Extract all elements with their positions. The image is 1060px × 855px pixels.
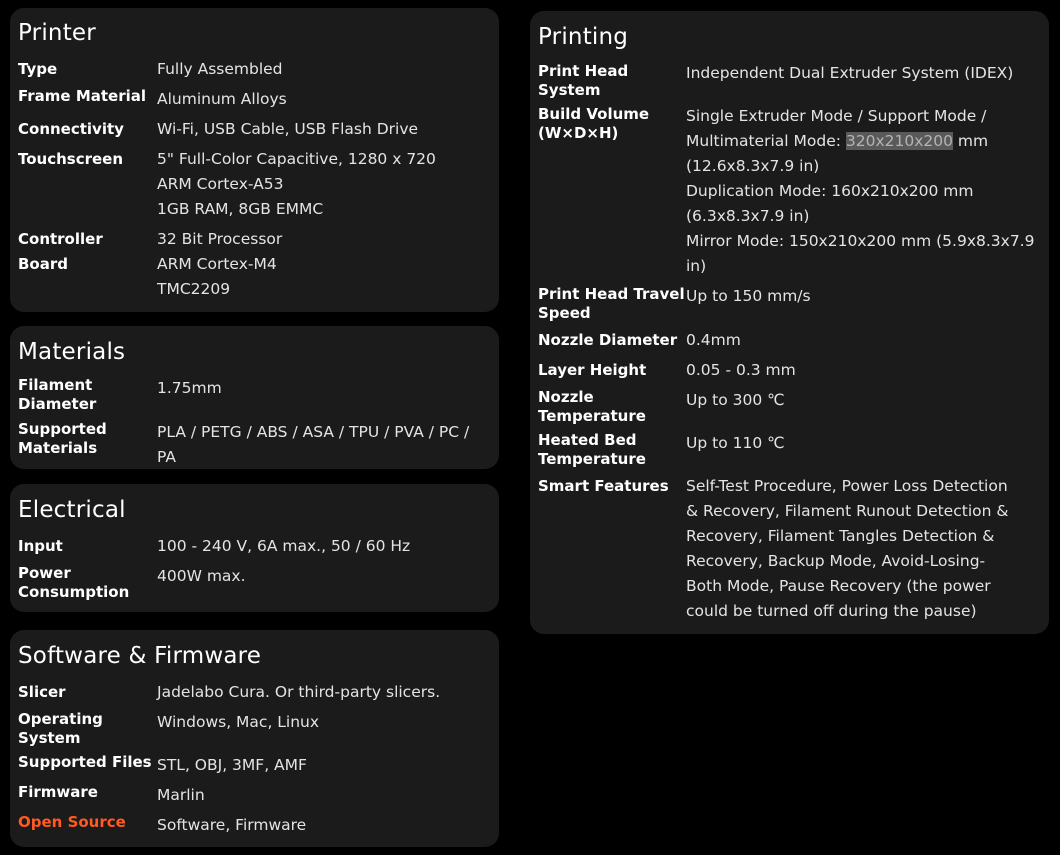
build-volume-label: (W×D×H) xyxy=(538,124,619,142)
spec-page: Printer Type Fully Assembled Frame Mater… xyxy=(0,0,1060,855)
smart-features-label: Smart Features xyxy=(538,477,669,495)
filament-diameter-label: Diameter xyxy=(18,395,97,413)
build-volume-label: Build Volume xyxy=(538,105,650,123)
smart-features-value-line: Self-Test Procedure, Power Loss Detectio… xyxy=(686,477,1008,495)
frame-material-value: Aluminum Alloys xyxy=(157,90,287,108)
operating-system-label: Operating xyxy=(18,710,103,728)
open-source-link[interactable]: Open Source xyxy=(18,813,126,832)
print-head-system-label: System xyxy=(538,81,601,99)
smart-features-value-line: Recovery, Filament Tangles Detection & xyxy=(686,527,995,545)
touchscreen-label: Touchscreen xyxy=(18,150,124,168)
build-volume-value-line: Single Extruder Mode / Support Mode / xyxy=(686,107,987,125)
nozzle-temperature-label: Temperature xyxy=(538,407,646,425)
software-firmware-card: Software & Firmware Slicer Jadelabo Cura… xyxy=(10,630,499,847)
controller-value-line: TMC2209 xyxy=(157,280,231,298)
type-label: Type xyxy=(18,60,58,78)
electrical-title: Electrical xyxy=(18,497,126,523)
layer-height-label: Layer Height xyxy=(538,361,647,379)
power-consumption-label: Consumption xyxy=(18,583,130,601)
connectivity-value: Wi-Fi, USB Cable, USB Flash Drive xyxy=(157,120,419,138)
print-head-travel-speed-label: Speed xyxy=(538,304,591,322)
supported-files-value: STL, OBJ, 3MF, AMF xyxy=(157,756,307,774)
input-label: Input xyxy=(18,537,63,555)
smart-features-value-line: & Recovery, Filament Runout Detection & xyxy=(686,502,1009,520)
build-volume-unit: mm xyxy=(953,132,989,150)
nozzle-temperature-label: Nozzle xyxy=(538,388,594,406)
build-volume-value-line: (12.6x8.3x7.9 in) xyxy=(686,157,820,175)
controller-board-label: Controller xyxy=(18,230,103,248)
touchscreen-value-line: ARM Cortex-A53 xyxy=(157,175,284,193)
layer-height-value: 0.05 - 0.3 mm xyxy=(686,361,796,379)
supported-materials-value-line: PA xyxy=(157,448,176,466)
slicer-value: Jadelabo Cura. Or third-party slicers. xyxy=(157,683,441,701)
print-head-travel-speed-value: Up to 150 mm/s xyxy=(686,287,811,305)
software-firmware-title: Software & Firmware xyxy=(18,643,262,669)
smart-features-value-line: Both Mode, Pause Recovery (the power xyxy=(686,577,991,595)
filament-diameter-value: 1.75mm xyxy=(157,379,222,397)
smart-features-value-line: could be turned off during the pause) xyxy=(686,602,977,620)
power-consumption-label: Power xyxy=(18,564,71,582)
input-value: 100 - 240 V, 6A max., 50 / 60 Hz xyxy=(157,537,411,555)
supported-materials-value-line: PLA / PETG / ABS / ASA / TPU / PVA / PC … xyxy=(157,423,470,441)
nozzle-diameter-value: 0.4mm xyxy=(686,331,741,349)
power-consumption-value: 400W max. xyxy=(157,567,246,585)
print-head-system-label: Print Head xyxy=(538,62,629,80)
supported-files-label: Supported Files xyxy=(18,753,152,771)
build-volume-value-line: Mirror Mode: 150x210x200 mm (5.9x8.3x7.9 xyxy=(686,232,1035,250)
build-volume-value-line: Multimaterial Mode: 320x210x200 mm xyxy=(686,129,988,154)
printer-card: Printer Type Fully Assembled Frame Mater… xyxy=(10,8,499,312)
touchscreen-value-line: 1GB RAM, 8GB EMMC xyxy=(157,200,324,218)
nozzle-temperature-value: Up to 300 ℃ xyxy=(686,391,785,409)
selected-text-highlight[interactable]: 320x210x200 xyxy=(845,132,953,150)
printing-card: Printing Print Head System Independent D… xyxy=(530,11,1049,634)
touchscreen-value-line: 5" Full-Color Capacitive, 1280 x 720 xyxy=(157,150,436,168)
build-volume-value-line: in) xyxy=(686,257,707,275)
operating-system-label: System xyxy=(18,729,81,747)
printer-title: Printer xyxy=(18,20,96,46)
smart-features-value-line: Recovery, Backup Mode, Avoid-Losing- xyxy=(686,552,986,570)
heated-bed-temperature-label: Heated Bed xyxy=(538,431,637,449)
controller-board-label: Board xyxy=(18,255,68,273)
filament-diameter-label: Filament xyxy=(18,376,93,394)
print-head-travel-speed-label: Print Head Travel xyxy=(538,285,685,303)
firmware-label: Firmware xyxy=(18,783,98,801)
materials-title: Materials xyxy=(18,339,126,365)
print-head-system-value: Independent Dual Extruder System (IDEX) xyxy=(686,64,1014,82)
slicer-label: Slicer xyxy=(18,683,66,701)
build-volume-value-line: (6.3x8.3x7.9 in) xyxy=(686,207,810,225)
printing-title: Printing xyxy=(538,24,629,50)
supported-materials-label: Materials xyxy=(18,439,98,457)
heated-bed-temperature-value: Up to 110 ℃ xyxy=(686,434,785,452)
open-source-value: Software, Firmware xyxy=(157,816,307,834)
electrical-card: Electrical Input 100 - 240 V, 6A max., 5… xyxy=(10,484,499,612)
type-value: Fully Assembled xyxy=(157,60,283,78)
operating-system-value: Windows, Mac, Linux xyxy=(157,713,320,731)
heated-bed-temperature-label: Temperature xyxy=(538,450,646,468)
supported-materials-label: Supported xyxy=(18,420,107,438)
firmware-value: Marlin xyxy=(157,786,205,804)
connectivity-label: Connectivity xyxy=(18,120,124,138)
build-volume-value-line: Duplication Mode: 160x210x200 mm xyxy=(686,182,974,200)
materials-card: Materials Filament Diameter 1.75mm Suppo… xyxy=(10,326,499,469)
controller-value-line: 32 Bit Processor xyxy=(157,230,283,248)
controller-value-line: ARM Cortex-M4 xyxy=(157,255,277,273)
frame-material-label: Frame Material xyxy=(18,87,147,105)
build-volume-mode-text: Multimaterial Mode: xyxy=(686,132,846,150)
nozzle-diameter-label: Nozzle Diameter xyxy=(538,331,678,349)
